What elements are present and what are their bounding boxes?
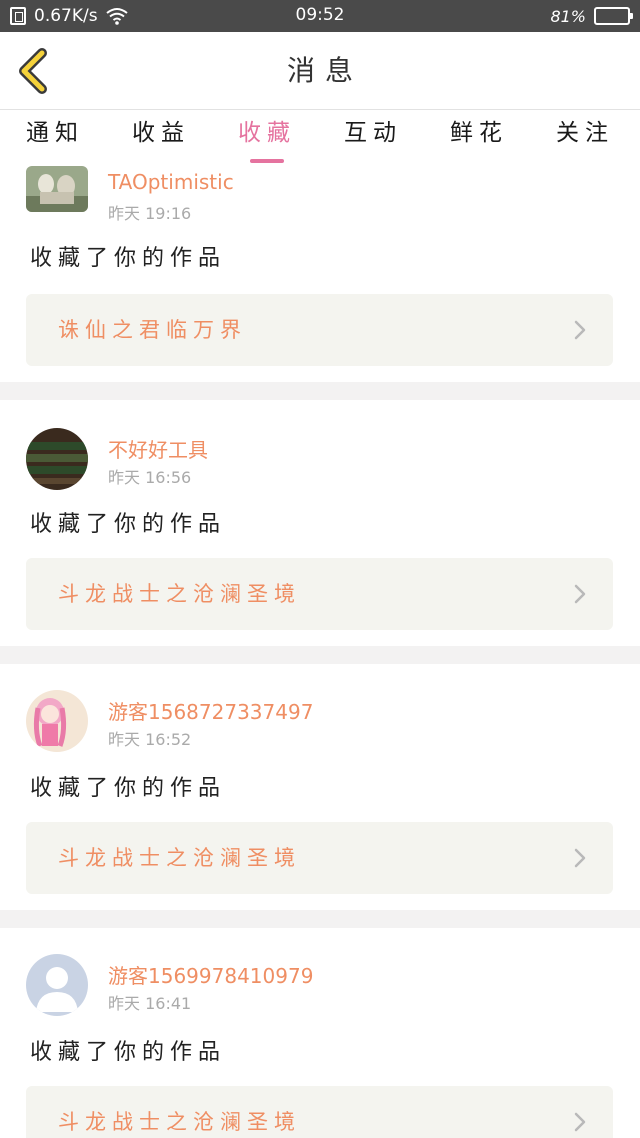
tab-label: 鲜花 (450, 120, 508, 146)
work-link[interactable]: 斗龙战士之沧澜圣境 (26, 1086, 613, 1138)
avatar[interactable] (26, 166, 88, 212)
tab-label: 收益 (132, 120, 190, 146)
notification-list[interactable]: TAOptimistic 昨天 19:16 收藏了你的作品 诛仙之君临万界 不好… (0, 166, 640, 1138)
work-title: 斗龙战士之沧澜圣境 (58, 1110, 301, 1134)
tab-following[interactable]: 关注 (532, 110, 638, 166)
chevron-right-icon (574, 1112, 586, 1132)
back-button[interactable] (14, 48, 54, 94)
list-item: 游客1569978410979 昨天 16:41 收藏了你的作品 斗龙战士之沧澜… (0, 928, 640, 1138)
tab-label: 收藏 (238, 120, 296, 146)
tab-label: 关注 (556, 120, 614, 146)
tab-label: 互动 (344, 120, 402, 146)
avatar[interactable] (26, 954, 88, 1016)
avatar-image (26, 690, 88, 752)
action-text: 收藏了你的作品 (30, 246, 227, 271)
action-text: 收藏了你的作品 (30, 1040, 227, 1065)
default-user-icon (26, 954, 88, 1016)
timestamp: 昨天 16:41 (108, 994, 192, 1013)
list-item: 不好好工具 昨天 16:56 收藏了你的作品 斗龙战士之沧澜圣境 (0, 400, 640, 646)
tab-label: 通知 (26, 120, 84, 146)
username[interactable]: 游客1568727337497 (108, 696, 313, 725)
status-time: 09:52 (295, 5, 345, 25)
avatar[interactable] (26, 428, 88, 490)
tab-notice[interactable]: 通知 (2, 110, 108, 166)
chevron-right-icon (574, 584, 586, 604)
work-title: 诛仙之君临万界 (58, 318, 247, 342)
tab-earnings[interactable]: 收益 (108, 110, 214, 166)
work-link[interactable]: 斗龙战士之沧澜圣境 (26, 822, 613, 894)
timestamp: 昨天 16:52 (108, 730, 192, 749)
avatar-image (26, 428, 88, 490)
work-link[interactable]: 诛仙之君临万界 (26, 294, 613, 366)
status-right: 81% (550, 5, 633, 27)
timestamp: 昨天 19:16 (108, 204, 192, 223)
tab-flowers[interactable]: 鲜花 (426, 110, 532, 166)
tab-interaction[interactable]: 互动 (320, 110, 426, 166)
chevron-right-icon (574, 320, 586, 340)
status-bar: 0.67K/s 09:52 81% (0, 0, 640, 32)
battery-icon (594, 7, 633, 25)
username[interactable]: 不好好工具 (108, 434, 208, 463)
username[interactable]: TAOptimistic (108, 170, 234, 194)
tab-favorites[interactable]: 收藏 (214, 110, 320, 166)
work-title: 斗龙战士之沧澜圣境 (58, 846, 301, 870)
action-text: 收藏了你的作品 (30, 776, 227, 801)
username[interactable]: 游客1569978410979 (108, 960, 313, 989)
action-text: 收藏了你的作品 (30, 512, 227, 537)
chevron-right-icon (574, 848, 586, 868)
app-header: 消息 (0, 32, 640, 110)
tab-bar: 通知 收益 收藏 互动 鲜花 关注 (0, 110, 640, 166)
active-tab-indicator (250, 159, 284, 163)
avatar-image (26, 166, 88, 212)
work-title: 斗龙战士之沧澜圣境 (58, 582, 301, 606)
chevron-left-icon (19, 48, 47, 94)
battery-percent: 81% (550, 6, 586, 26)
work-link[interactable]: 斗龙战士之沧澜圣境 (26, 558, 613, 630)
page-title: 消息 (286, 54, 363, 87)
avatar[interactable] (26, 690, 88, 752)
timestamp: 昨天 16:56 (108, 468, 192, 487)
list-item: TAOptimistic 昨天 19:16 收藏了你的作品 诛仙之君临万界 (0, 166, 640, 382)
list-item: 游客1568727337497 昨天 16:52 收藏了你的作品 斗龙战士之沧澜… (0, 664, 640, 910)
